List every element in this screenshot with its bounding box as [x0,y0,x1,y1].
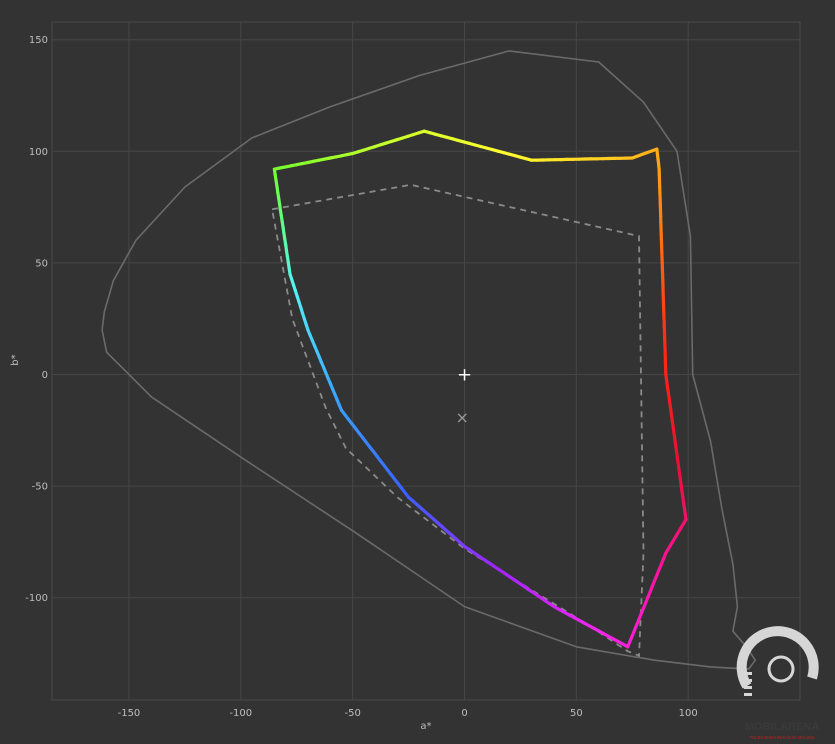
tick-labels: -150 -100 -50 0 50 100 -100 -50 0 50 100 150 [25,35,697,719]
watermark-brand: MOBILARENA [745,721,820,733]
mobilarena-watermark: MOBILARENA TELEKOMMUNIKÁCIÓ ONLINE [736,626,820,740]
measured-gamut-outline [272,129,688,649]
y-tick-label: 50 [35,258,48,269]
y-tick-label: 0 [42,370,48,381]
y-tick-label: -100 [25,593,48,604]
x-tick-label: -50 [344,708,360,719]
x-tick-label: -150 [118,708,141,719]
grid [51,21,801,701]
watermark-logo-dot [767,655,795,683]
measured-gamut-segment [272,167,277,177]
x-axis-label: a* [420,721,431,732]
y-tick-label: -50 [32,482,48,493]
white-point-target-marker: + [457,365,472,386]
y-tick-label: 100 [29,147,48,158]
x-tick-label: 100 [679,708,698,719]
y-axis-label: b* [10,354,21,365]
x-tick-label: -100 [229,708,252,719]
watermark-tagline: TELEKOMMUNIKÁCIÓ ONLINE [749,734,814,740]
x-tick-label: 0 [461,708,467,719]
series-layer [101,50,757,670]
y-tick-label: 150 [29,35,48,46]
gamut-chart: -150 -100 -50 0 50 100-100-50050100150 a* b* … [10,21,820,740]
measured-white-point-marker: × [456,408,469,427]
x-tick-label: 50 [570,708,583,719]
markers-layer: +× [456,365,472,427]
